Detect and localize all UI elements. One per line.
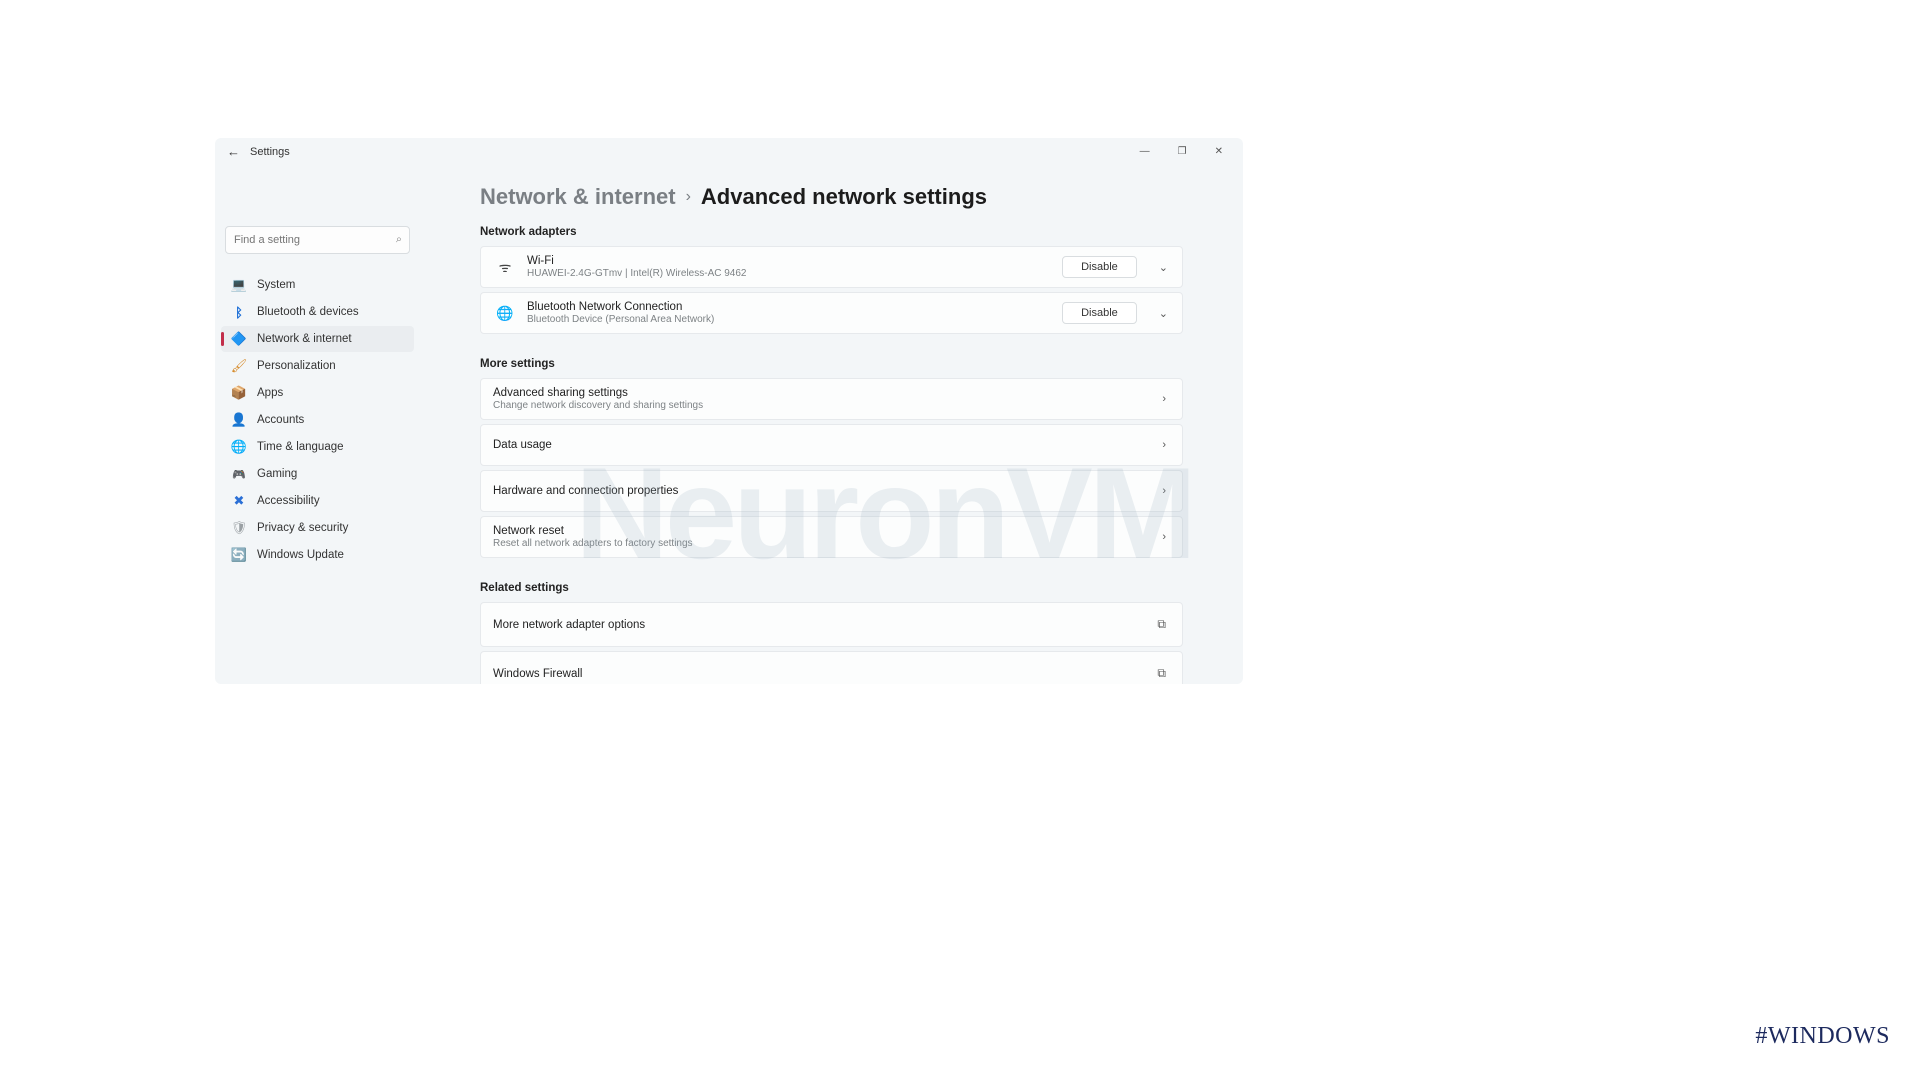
gaming-icon: 🎮	[231, 466, 247, 482]
chevron-right-icon: ›	[1158, 439, 1170, 451]
titlebar: ← Settings — ❐ ✕	[215, 138, 1243, 166]
setting-title: Advanced sharing settings	[493, 387, 1158, 399]
personalization-icon: 🖌	[231, 358, 247, 374]
related-row-firewall[interactable]: Windows Firewall ⧉	[480, 651, 1183, 684]
close-button[interactable]: ✕	[1209, 144, 1229, 159]
shield-icon: 🛡	[231, 520, 247, 536]
adapter-row-wifi[interactable]: ᯤ Wi-Fi HUAWEI-2.4G-GTmv | Intel(R) Wire…	[480, 246, 1183, 288]
sidebar-item-accounts[interactable]: 👤 Accounts	[221, 407, 414, 433]
chevron-right-icon: ›	[1158, 485, 1170, 497]
back-button[interactable]: ←	[227, 144, 240, 159]
setting-row-hardware[interactable]: Hardware and connection properties ›	[480, 470, 1183, 512]
sidebar-item-update[interactable]: 🔄 Windows Update	[221, 542, 414, 568]
external-link-icon: ⧉	[1153, 666, 1170, 681]
sidebar-item-accessibility[interactable]: ✖ Accessibility	[221, 488, 414, 514]
window-controls: — ❐ ✕	[1134, 144, 1235, 159]
breadcrumb-parent[interactable]: Network & internet	[480, 184, 676, 210]
settings-window: ← Settings — ❐ ✕ ⌕ 💻 System	[215, 138, 1243, 684]
sidebar-item-label: Windows Update	[257, 549, 344, 561]
breadcrumb: Network & internet › Advanced network se…	[480, 184, 1183, 210]
update-icon: 🔄	[231, 547, 247, 563]
wifi-icon: ᯤ	[493, 258, 517, 277]
related-row-adapter-options[interactable]: More network adapter options ⧉	[480, 602, 1183, 647]
page-title: Advanced network settings	[701, 184, 987, 210]
setting-row-network-reset[interactable]: Network reset Reset all network adapters…	[480, 516, 1183, 558]
section-header-adapters: Network adapters	[480, 226, 1183, 238]
setting-title: Hardware and connection properties	[493, 485, 1158, 497]
time-icon: 🌐	[231, 439, 247, 455]
apps-icon: 📦	[231, 385, 247, 401]
setting-title: Data usage	[493, 439, 1158, 451]
hashtag-label: #WINDOWS	[1755, 1023, 1890, 1050]
maximize-button[interactable]: ❐	[1172, 144, 1193, 159]
minimize-button[interactable]: —	[1134, 144, 1156, 159]
accounts-icon: 👤	[231, 412, 247, 428]
chevron-down-icon[interactable]: ⌄	[1155, 261, 1172, 274]
sidebar-item-label: Bluetooth & devices	[257, 306, 359, 318]
setting-row-data-usage[interactable]: Data usage ›	[480, 424, 1183, 466]
adapter-subtitle: HUAWEI-2.4G-GTmv | Intel(R) Wireless-AC …	[527, 268, 1062, 279]
sidebar-item-personalization[interactable]: 🖌 Personalization	[221, 353, 414, 379]
sidebar-item-time[interactable]: 🌐 Time & language	[221, 434, 414, 460]
search-icon: ⌕	[396, 234, 402, 247]
sidebar-item-gaming[interactable]: 🎮 Gaming	[221, 461, 414, 487]
breadcrumb-separator: ›	[686, 188, 691, 206]
bluetooth-icon: ᛒ	[231, 304, 247, 320]
system-icon: 💻	[231, 277, 247, 293]
sidebar-item-privacy[interactable]: 🛡 Privacy & security	[221, 515, 414, 541]
chevron-right-icon: ›	[1158, 531, 1170, 543]
sidebar-item-label: Privacy & security	[257, 522, 348, 534]
window-title: Settings	[250, 146, 290, 158]
network-icon: 🔷	[231, 331, 247, 347]
sidebar-item-label: Network & internet	[257, 333, 352, 345]
sidebar-item-apps[interactable]: 📦 Apps	[221, 380, 414, 406]
section-header-related: Related settings	[480, 582, 1183, 594]
setting-title: Network reset	[493, 525, 1158, 537]
sidebar-item-system[interactable]: 💻 System	[221, 272, 414, 298]
bluetooth-network-icon: 🌐	[493, 305, 517, 322]
setting-subtitle: Reset all network adapters to factory se…	[493, 538, 1158, 549]
content-area: Network & internet › Advanced network se…	[420, 166, 1243, 684]
section-header-more: More settings	[480, 358, 1183, 370]
sidebar-item-network[interactable]: 🔷 Network & internet	[221, 326, 414, 352]
setting-row-advanced-sharing[interactable]: Advanced sharing settings Change network…	[480, 378, 1183, 420]
sidebar: ⌕ 💻 System ᛒ Bluetooth & devices 🔷 Netwo…	[215, 166, 420, 684]
adapter-title: Bluetooth Network Connection	[527, 301, 1062, 313]
sidebar-item-bluetooth[interactable]: ᛒ Bluetooth & devices	[221, 299, 414, 325]
external-link-icon: ⧉	[1153, 617, 1170, 632]
accessibility-icon: ✖	[231, 493, 247, 509]
disable-button[interactable]: Disable	[1062, 302, 1137, 324]
sidebar-item-label: System	[257, 279, 295, 291]
disable-button[interactable]: Disable	[1062, 256, 1137, 278]
adapter-subtitle: Bluetooth Device (Personal Area Network)	[527, 314, 1062, 325]
adapter-title: Wi-Fi	[527, 255, 1062, 267]
sidebar-item-label: Gaming	[257, 468, 297, 480]
sidebar-item-label: Personalization	[257, 360, 336, 372]
sidebar-item-label: Accounts	[257, 414, 304, 426]
sidebar-item-label: Accessibility	[257, 495, 320, 507]
sidebar-item-label: Time & language	[257, 441, 344, 453]
setting-title: More network adapter options	[493, 619, 1153, 631]
search-input[interactable]	[225, 226, 410, 254]
setting-subtitle: Change network discovery and sharing set…	[493, 400, 1158, 411]
sidebar-item-label: Apps	[257, 387, 283, 399]
adapter-row-bluetooth[interactable]: 🌐 Bluetooth Network Connection Bluetooth…	[480, 292, 1183, 334]
chevron-down-icon[interactable]: ⌄	[1155, 307, 1172, 320]
chevron-right-icon: ›	[1158, 393, 1170, 405]
setting-title: Windows Firewall	[493, 668, 1153, 680]
